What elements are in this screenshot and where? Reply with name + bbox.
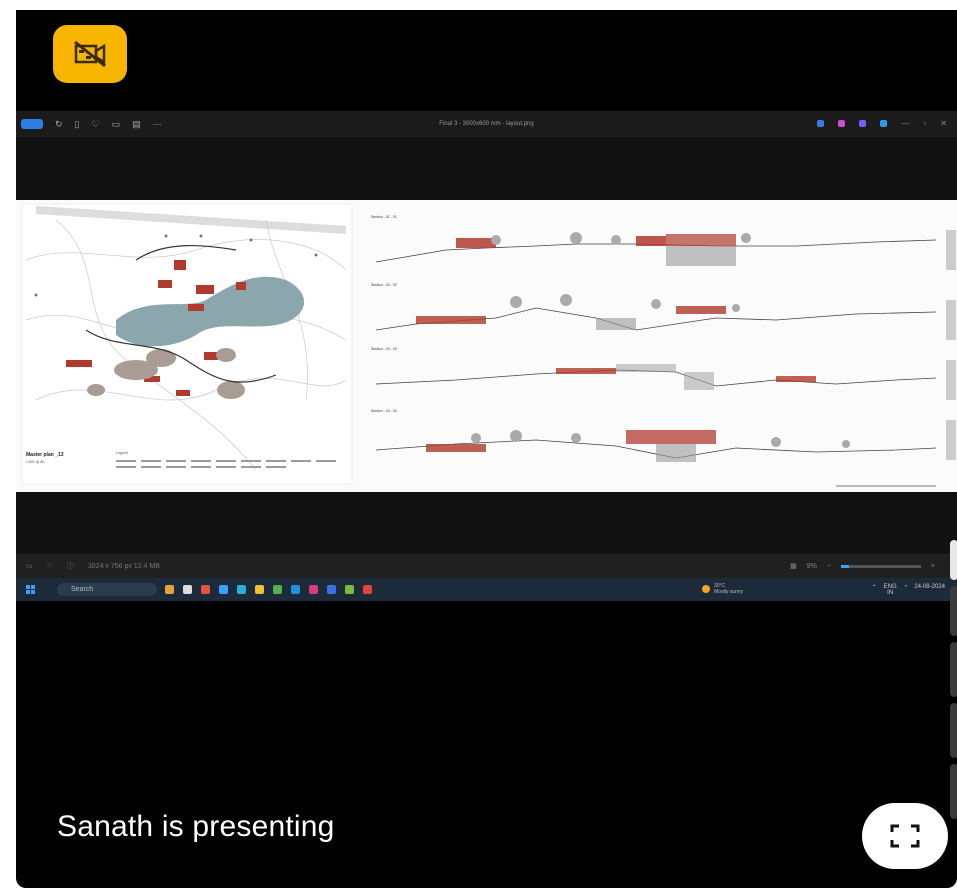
scroll-indicator (950, 540, 957, 825)
fullscreen-button[interactable] (862, 803, 948, 869)
shared-screen: ↻ ▯ ♡ ▭ ▤ ··· Final 3 - 3000x600 mm - la… (16, 111, 957, 601)
section-label: Section - 04 - 04 (371, 409, 397, 413)
file-info: 3024 x 756 px 12.4 MB (87, 562, 160, 570)
camera-off-badge (53, 25, 127, 83)
edge-icon[interactable] (237, 585, 246, 594)
app-icon[interactable] (859, 120, 867, 127)
viewer-status-bar: ▭ ♡ ⓘ 3024 x 756 px 12.4 MB ▦ 9% − + (16, 554, 957, 578)
close-icon[interactable]: ✕ (940, 119, 947, 128)
drawing-sheet: Master plan _13 1:500 @ A0 Legend Sectio… (16, 200, 957, 564)
weather-desc: Mostly sunny (714, 589, 744, 595)
zoom-level[interactable]: 9% (807, 563, 817, 570)
scroll-pill (950, 703, 957, 758)
maximize-icon[interactable]: ▫ (923, 119, 926, 128)
info-icon[interactable]: ▭ (26, 562, 33, 570)
camera-off-icon (74, 40, 106, 68)
app-icon[interactable] (201, 585, 210, 594)
section-label: Section - 03 - 03 (371, 347, 397, 351)
section-label: Section - 02 - 02 (371, 283, 397, 287)
drawing-canvas: Master plan _13 1:500 @ A0 Legend Sectio… (21, 203, 956, 487)
details-icon[interactable]: ⓘ (67, 561, 74, 571)
zoom-slider[interactable] (840, 564, 921, 568)
sun-icon (702, 585, 710, 593)
plan-title: Master plan _13 (26, 452, 64, 458)
section-label: Section - 01 - 01 (371, 215, 397, 219)
app-icon[interactable] (219, 585, 228, 594)
folder-icon[interactable] (255, 585, 264, 594)
app-icon[interactable] (838, 120, 846, 127)
section-drawings: Section - 01 - 01 Section - 02 - 02 Sect… (371, 215, 956, 487)
windows-start-icon[interactable] (26, 585, 35, 594)
windows-taskbar: Search 30°C Mostly sunny ⌃ ENG IN ◔ 24-0… (16, 578, 957, 601)
app-icon[interactable] (165, 585, 174, 594)
app-icon[interactable] (183, 585, 192, 594)
app-icon[interactable] (309, 585, 318, 594)
zoom-out-button[interactable]: − (827, 563, 831, 570)
taskbar-search[interactable]: Search (57, 583, 157, 596)
app-icon[interactable] (345, 585, 354, 594)
wifi-icon[interactable]: ◔ (904, 584, 908, 596)
heart-icon[interactable]: ♡ (47, 562, 53, 570)
scroll-pill (950, 586, 957, 636)
cloud-icon[interactable] (880, 120, 888, 127)
app-icon[interactable] (291, 585, 300, 594)
search-label: Search (71, 586, 94, 593)
fullscreen-icon (890, 824, 920, 848)
chrome-icon[interactable] (363, 585, 372, 594)
legend-title: Legend (116, 451, 128, 455)
lang-indicator[interactable]: ENG IN (884, 584, 897, 596)
presenter-label: Sanath is presenting (57, 810, 335, 843)
zoom-in-button[interactable]: + (931, 563, 935, 570)
scroll-pill (950, 642, 957, 697)
window-title: Final 3 - 3000x600 mm - layout.png (439, 121, 534, 127)
system-tray: ⌃ ENG IN ◔ 24-08-2024 (872, 584, 945, 596)
plan-subtitle: 1:500 @ A0 (26, 460, 44, 464)
app-icon[interactable] (273, 585, 282, 594)
app-icon[interactable] (327, 585, 336, 594)
weather-widget[interactable]: 30°C Mostly sunny (702, 583, 743, 595)
minimize-icon[interactable]: — (901, 119, 909, 128)
chevron-up-icon[interactable]: ⌃ (872, 584, 877, 596)
clock[interactable]: 24-08-2024 (914, 584, 945, 596)
app-icon[interactable] (817, 120, 825, 127)
viewer-titlebar: ↻ ▯ ♡ ▭ ▤ ··· Final 3 - 3000x600 mm - la… (16, 111, 957, 137)
scroll-pill (950, 764, 957, 819)
video-tile: ↻ ▯ ♡ ▭ ▤ ··· Final 3 - 3000x600 mm - la… (16, 10, 957, 888)
fit-icon[interactable]: ▦ (790, 562, 797, 570)
scroll-pill-active (950, 540, 957, 580)
